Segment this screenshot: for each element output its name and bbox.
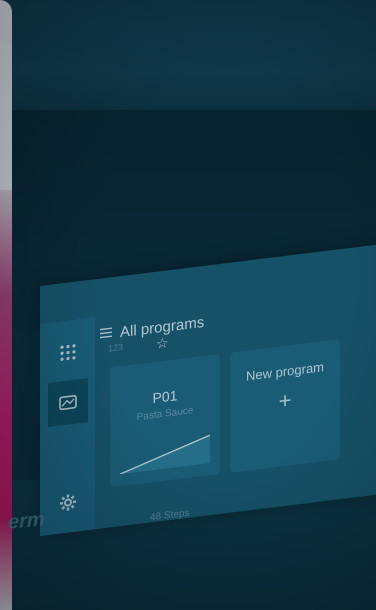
nav-rail: [40, 317, 95, 536]
program-curve: [120, 434, 210, 475]
list-glyph: [100, 327, 112, 339]
new-program-label: New program: [245, 359, 325, 384]
program-glyph: [59, 395, 77, 411]
photo: All programs 123 ☆ P01 Pasta Sauce 48 St…: [0, 0, 376, 610]
tiny-label: 123: [108, 341, 124, 354]
program-card: P01 Pasta Sauce 48 Steps: [110, 353, 220, 523]
device-screen: All programs 123 ☆ P01 Pasta Sauce 48 St…: [40, 243, 376, 537]
gear-icon: [46, 478, 90, 527]
new-program-card: New program +: [230, 339, 340, 473]
left-edge-highlight: [0, 40, 12, 190]
background-top: [0, 0, 376, 120]
plus-icon: +: [278, 387, 292, 414]
grid-icon: [46, 328, 90, 377]
program-icon: [48, 378, 88, 428]
gear-glyph: [60, 494, 76, 511]
star-icon: ☆: [156, 334, 169, 352]
list-icon: [100, 325, 112, 343]
program-list: 123 ☆ P01 Pasta Sauce 48 Steps New progr…: [100, 314, 376, 523]
brand-text: erm: [8, 508, 45, 534]
grid-glyph: [60, 344, 76, 361]
